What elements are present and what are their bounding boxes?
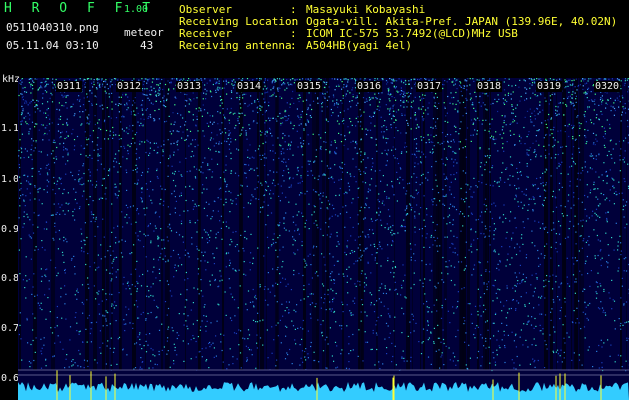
antenna-value: A504HB(yagi 4el) bbox=[306, 39, 412, 52]
freq-tick: 0.8 bbox=[1, 273, 20, 284]
time-tick-0316: 0316 bbox=[356, 81, 383, 92]
time-tick-0319: 0319 bbox=[536, 81, 563, 92]
mode-label: meteor bbox=[124, 26, 164, 39]
spectrogram-canvas bbox=[18, 78, 629, 400]
time-tick-0320: 0320 bbox=[594, 81, 621, 92]
time-tick-0312: 0312 bbox=[116, 81, 143, 92]
header-panel: H R O F F T 1.00 0511040310.png 05.11.04… bbox=[0, 0, 629, 78]
timestamp-label: 05.11.04 03:10 bbox=[6, 39, 99, 52]
freq-tick: 0.6 bbox=[1, 373, 20, 384]
freq-tick: 0.9 bbox=[1, 224, 20, 235]
time-tick-0314: 0314 bbox=[236, 81, 263, 92]
freq-tick: 1.1 bbox=[1, 123, 20, 134]
time-tick-0317: 0317 bbox=[416, 81, 443, 92]
app-version: 1.00 bbox=[124, 4, 149, 15]
freq-tick: 1.0 bbox=[1, 174, 20, 185]
time-tick-0313: 0313 bbox=[176, 81, 203, 92]
antenna-sep: : bbox=[290, 39, 297, 52]
spectrogram-display[interactable] bbox=[18, 78, 629, 400]
antenna-label: Receiving antenna bbox=[179, 39, 292, 52]
filename-label: 0511040310.png bbox=[6, 21, 99, 34]
time-tick-0311: 0311 bbox=[56, 81, 83, 92]
time-tick-0318: 0318 bbox=[476, 81, 503, 92]
freq-tick: 0.7 bbox=[1, 323, 20, 334]
time-tick-0315: 0315 bbox=[296, 81, 323, 92]
meteor-count: 43 bbox=[140, 39, 154, 52]
